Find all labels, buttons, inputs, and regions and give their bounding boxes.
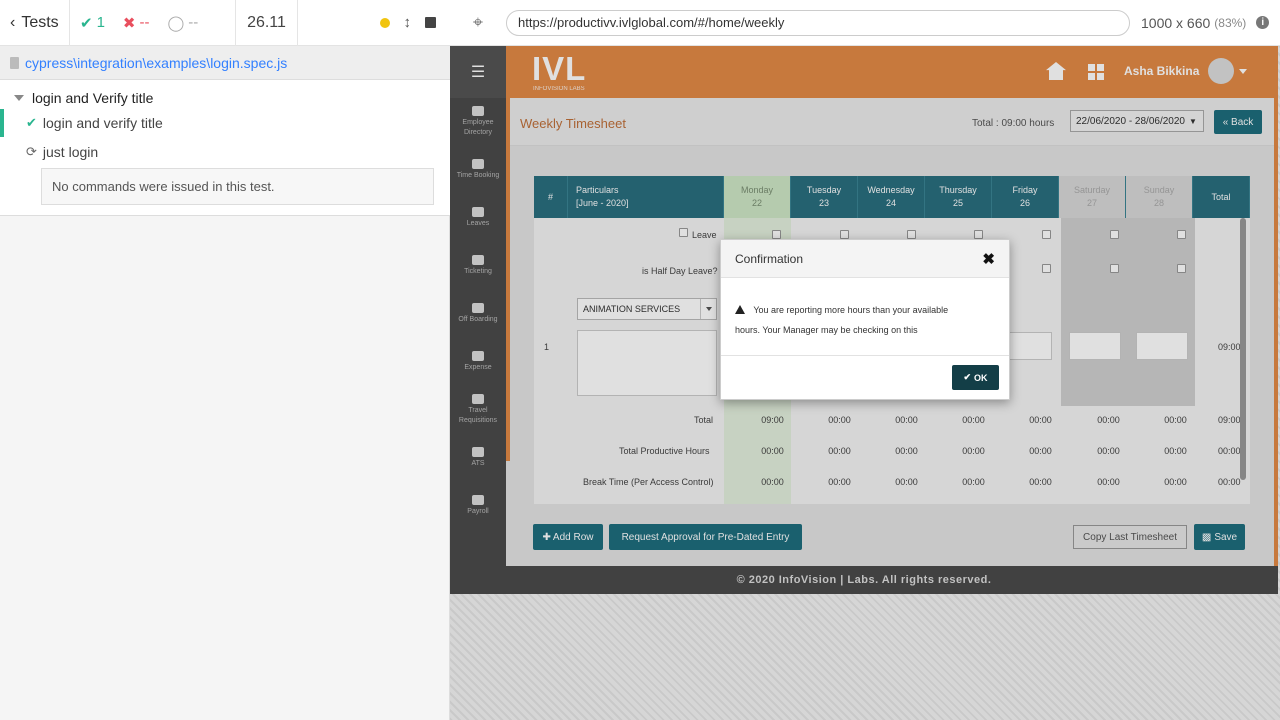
aut-header: ⌖ https://productivv.ivlglobal.com/#/hom… bbox=[450, 0, 1280, 46]
tests-nav-button[interactable]: ‹ Tests bbox=[0, 0, 70, 46]
suite-title-row[interactable]: login and Verify title bbox=[14, 86, 153, 110]
check-icon: ✔ bbox=[26, 115, 37, 130]
pending-count: -- bbox=[188, 14, 199, 31]
ok-label: OK bbox=[974, 372, 988, 383]
suite-title: login and Verify title bbox=[32, 90, 154, 106]
test-title: just login bbox=[42, 144, 99, 160]
circle-icon: ◯ bbox=[167, 14, 185, 32]
file-icon bbox=[10, 56, 19, 69]
modal-footer: ✔ OK bbox=[721, 356, 1009, 399]
failed-count: -- bbox=[139, 14, 150, 31]
viewport-info: 1000 x 660 (83%) i bbox=[1141, 14, 1270, 31]
tests-label: Tests bbox=[21, 13, 59, 31]
sync-icon: ⟳ bbox=[26, 144, 37, 159]
url-bar[interactable]: https://productivv.ivlglobal.com/#/home/… bbox=[506, 9, 1130, 36]
running-indicator-icon bbox=[379, 17, 390, 28]
passed-stat: ✔ 1 bbox=[80, 14, 105, 32]
failed-stat: ✖ -- bbox=[123, 14, 150, 32]
test-suite: login and Verify title ✔ login and verif… bbox=[0, 80, 450, 216]
selector-playground-icon[interactable]: ⌖ bbox=[450, 12, 506, 33]
spec-path-link[interactable]: cypress\integration\examples\login.spec.… bbox=[25, 55, 287, 71]
caret-down-icon bbox=[14, 95, 24, 101]
modal-header: Confirmation ✖ bbox=[721, 240, 1009, 278]
check-icon: ✔ bbox=[963, 372, 972, 382]
test-row[interactable]: ✔ login and verify title bbox=[0, 109, 450, 137]
pending-stat: ◯ -- bbox=[168, 14, 199, 32]
confirmation-modal: Confirmation ✖ You are reporting more ho… bbox=[720, 239, 1010, 400]
chevron-left-icon: ‹ bbox=[10, 13, 16, 31]
ok-button[interactable]: ✔ OK bbox=[952, 365, 999, 390]
modal-body: You are reporting more hours than your a… bbox=[721, 278, 1009, 356]
reporter-panel: ‹ Tests ✔ 1 ✖ -- ◯ -- 26.11 ↕ cypress\in… bbox=[0, 0, 450, 720]
modal-message-line1: You are reporting more hours than your a… bbox=[753, 305, 949, 315]
modal-message-line2: hours. Your Manager may be checking on t… bbox=[735, 325, 918, 335]
stop-icon[interactable] bbox=[425, 17, 436, 28]
runner-controls: ↕ bbox=[298, 0, 450, 46]
test-row[interactable]: ⟳ just login bbox=[0, 138, 450, 166]
test-title: login and verify title bbox=[42, 115, 163, 131]
spec-path-bar: cypress\integration\examples\login.spec.… bbox=[0, 46, 450, 80]
close-icon[interactable]: ✖ bbox=[982, 250, 995, 268]
reporter-header: ‹ Tests ✔ 1 ✖ -- ◯ -- 26.11 ↕ bbox=[0, 0, 450, 46]
warning-icon bbox=[735, 305, 745, 314]
passed-count: 1 bbox=[96, 14, 105, 31]
aut-stage: ☰ Employee Directory Time Booking Leaves… bbox=[450, 46, 1280, 720]
modal-title: Confirmation bbox=[735, 251, 804, 266]
x-icon: ✖ bbox=[122, 14, 136, 32]
no-commands-message: No commands were issued in this test. bbox=[41, 168, 434, 205]
check-icon: ✔ bbox=[80, 14, 93, 32]
test-stats: ✔ 1 ✖ -- ◯ -- bbox=[70, 0, 236, 46]
viewport-scale: (83%) bbox=[1214, 15, 1247, 30]
app-frame: ☰ Employee Directory Time Booking Leaves… bbox=[450, 46, 1278, 594]
auto-scroll-icon[interactable]: ↕ bbox=[404, 14, 412, 31]
viewport-size: 1000 x 660 bbox=[1141, 14, 1211, 31]
info-icon[interactable]: i bbox=[1256, 16, 1270, 29]
duration: 26.11 bbox=[236, 0, 298, 46]
